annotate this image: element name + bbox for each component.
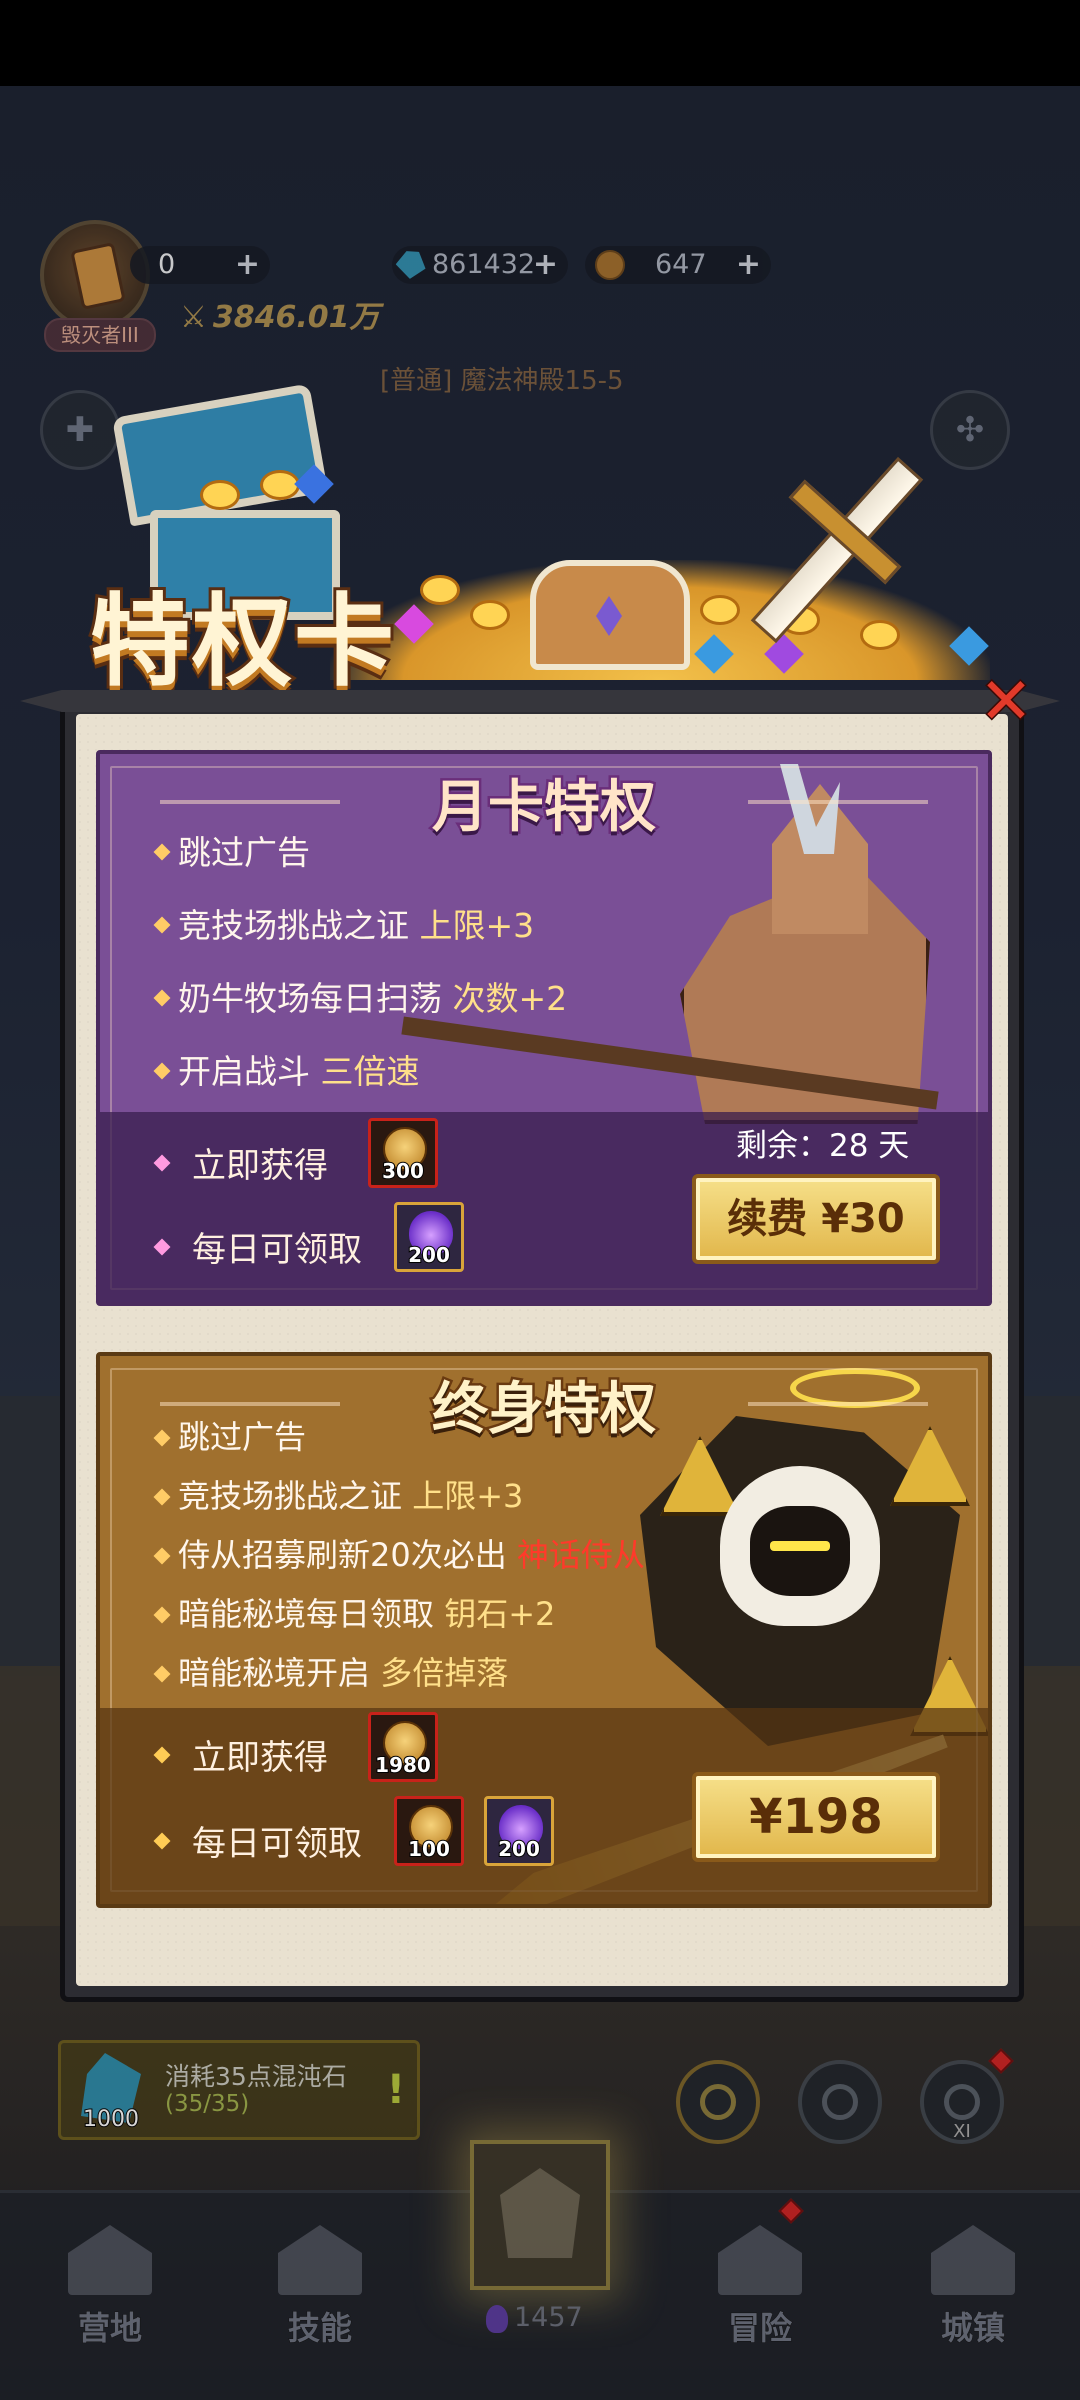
small-chest-icon (530, 560, 690, 670)
stamina-counter: 0 + (130, 246, 270, 284)
coin-icon (470, 600, 510, 630)
nav-label: 营地 (77, 2309, 142, 2348)
chest-gem (596, 596, 622, 636)
gem-icon (393, 245, 431, 283)
stamina-value: 0 (158, 249, 176, 280)
crossed-swords-icon: ⚔ (180, 300, 207, 335)
purple-flame-icon[interactable]: 200 (394, 1202, 464, 1272)
town-icon (931, 2225, 1015, 2295)
skull-currency-icon[interactable]: 300 (368, 1118, 438, 1188)
coin-value: 647 (655, 249, 707, 280)
nav-label: 城镇 (940, 2309, 1005, 2348)
power-value: 3846.01万 (212, 300, 380, 335)
coin-icon (420, 575, 460, 605)
chaos-stone-count: 1000 (82, 2106, 140, 2133)
skull-currency-icon[interactable]: 100 (394, 1796, 464, 1866)
exclamation-icon: ! (386, 2067, 405, 2113)
nav-center-summon[interactable] (470, 2140, 610, 2290)
feature-item: 竞技场挑战之证 上限+3 (156, 889, 567, 962)
consume-progress: (35/35) (165, 2091, 250, 2117)
lifetime-card-panel: 终身特权 跳过广告 竞技场挑战之证 上限+3 侍从招募刷新20次必出 神话侍从 … (96, 1352, 992, 1908)
avatar-card-icon (70, 242, 126, 310)
crown-icon[interactable] (798, 2060, 882, 2144)
privilege-card-title: 特权卡 (87, 579, 397, 703)
skills-icon (278, 2225, 362, 2295)
feature-item: 竞技场挑战之证 上限+3 (156, 1467, 645, 1526)
consume-text: 消耗35点混沌石 (165, 2062, 347, 2091)
camp-icon (68, 2225, 152, 2295)
nav-label: 技能 (287, 2309, 352, 2348)
feature-item: 侍从招募刷新20次必出 神话侍从 (156, 1526, 645, 1585)
add-stamina-icon[interactable]: + (235, 246, 260, 284)
center-count: 1457 (486, 2302, 583, 2333)
skull-currency-icon[interactable]: 1980 (368, 1712, 438, 1782)
coin-icon (595, 250, 625, 280)
lifetime-feature-list: 跳过广告 竞技场挑战之证 上限+3 侍从招募刷新20次必出 神话侍从 暗能秘境每… (156, 1408, 645, 1703)
rank-badge: 毁灭者III (44, 318, 156, 352)
nav-town[interactable]: 城镇 (908, 2225, 1038, 2349)
feature-item: 暗能秘境开启 多倍掉落 (156, 1644, 645, 1703)
feature-item: 跳过广告 (156, 1408, 645, 1467)
event-icon[interactable]: ✣ (930, 390, 1010, 470)
feature-item: 暗能秘境每日领取 钥石+2 (156, 1585, 645, 1644)
nav-adventure[interactable]: 冒险 (695, 2225, 825, 2349)
gold-knight-helmet (720, 1466, 880, 1626)
combat-power: ⚔ 3846.01万 (180, 292, 380, 336)
renew-button[interactable]: 续费 ¥30 (692, 1174, 940, 1264)
adventure-map-icon (718, 2225, 802, 2295)
coin-icon (860, 620, 900, 650)
knight-face (750, 1506, 850, 1596)
monthly-card-panel: 月卡特权 跳过广告 竞技场挑战之证 上限+3 奶牛牧场每日扫荡 次数+2 开启战… (96, 750, 992, 1306)
instant-reward-row: 立即获得 (153, 1138, 328, 1187)
stage-title: [普通] 魔法神殿15-5 (380, 366, 624, 396)
coin-icon (700, 595, 740, 625)
dialog-top-bar (20, 690, 1060, 712)
bottom-hud: 1000 消耗35点混沌石 (35/35) ! XI 营地 技能 冒险 城镇 1… (0, 2030, 1080, 2400)
settings-icon[interactable]: ✚ (40, 390, 120, 470)
nav-camp[interactable]: 营地 (45, 2225, 175, 2349)
coin-icon (200, 480, 240, 510)
gem-value: 861432 (432, 249, 536, 280)
add-gems-icon[interactable]: + (533, 246, 558, 284)
monthly-feature-list: 跳过广告 竞技场挑战之证 上限+3 奶牛牧场每日扫荡 次数+2 开启战斗 三倍速 (156, 816, 567, 1108)
add-coins-icon[interactable]: + (736, 246, 761, 284)
status-bar (0, 0, 1080, 86)
close-button[interactable]: ✕ (978, 669, 1035, 736)
notification-dot (988, 2048, 1014, 2074)
daily-reward-row: 每日可领取 (153, 1222, 362, 1271)
feature-item: 奶牛牧场每日扫荡 次数+2 (156, 962, 567, 1035)
refresh-icon[interactable] (676, 2060, 760, 2144)
feature-item: 跳过广告 (156, 816, 567, 889)
nav-label: 冒险 (727, 2309, 792, 2348)
purple-flame-icon[interactable]: 200 (484, 1796, 554, 1866)
daily-reward-row: 每日可领取 (153, 1816, 362, 1865)
feature-item: 开启战斗 三倍速 (156, 1035, 567, 1108)
purchase-button[interactable]: ¥198 (692, 1772, 940, 1862)
gem-counter: 861432 + (392, 246, 568, 284)
purple-flame-icon (486, 2304, 508, 2333)
summon-emblem-icon (500, 2168, 580, 2258)
chaos-stone-consume-panel[interactable]: 1000 消耗35点混沌石 (35/35) ! (58, 2040, 420, 2140)
coin-counter: 647 + (585, 246, 771, 284)
knight-eyes (770, 1541, 830, 1551)
nav-skills[interactable]: 技能 (255, 2225, 385, 2349)
guild-emblem-icon[interactable]: XI (920, 2060, 1004, 2144)
instant-reward-row: 立即获得 (153, 1730, 328, 1779)
level-badge: XI (953, 2121, 971, 2142)
remaining-days: 剩余：28 天 (736, 1128, 910, 1164)
coin-icon (260, 470, 300, 500)
